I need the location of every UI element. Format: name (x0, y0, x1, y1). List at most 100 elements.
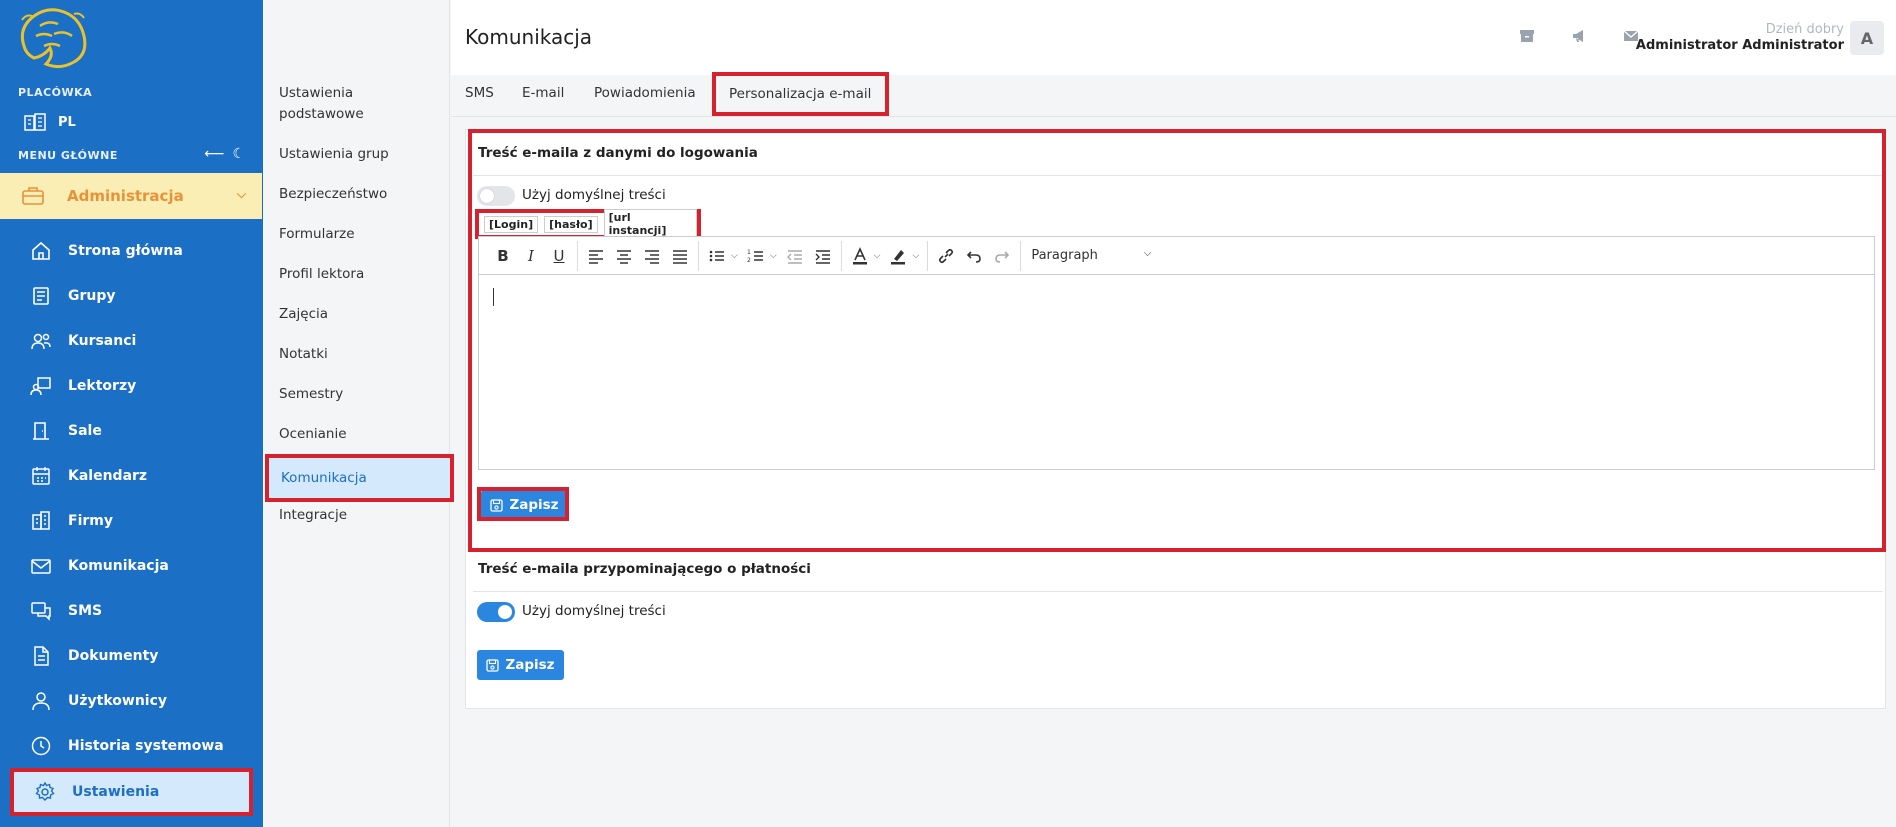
megaphone-icon[interactable] (1571, 28, 1587, 44)
highlight-icon[interactable] (884, 242, 912, 270)
nav-label: Grupy (68, 287, 116, 304)
italic-icon[interactable]: I (517, 242, 545, 270)
book-icon (33, 286, 49, 305)
chevron-down-icon[interactable]: ⌵ (874, 251, 881, 261)
underline-icon[interactable]: U (545, 242, 573, 270)
submenu-item-notatki[interactable]: Notatki (279, 344, 328, 365)
submenu-item-bezpieczenstwo[interactable]: Bezpieczeństwo (279, 184, 387, 205)
sidebar-item-komunikacja[interactable]: Komunikacja (0, 543, 263, 588)
submenu-item-ustawienia-podstawowe[interactable]: Ustawienia podstawowe (279, 83, 389, 125)
clock-icon (31, 736, 51, 755)
tab-sms[interactable]: SMS (465, 85, 494, 101)
settings-submenu: Ustawienia podstawowe Ustawienia grup Be… (263, 0, 450, 827)
paragraph-format-value: Paragraph (1031, 248, 1098, 263)
submenu-item-ocenianie[interactable]: Ocenianie (279, 424, 347, 445)
submenu-item-integracje[interactable]: Integracje (279, 505, 347, 526)
chevron-down-icon[interactable]: ⌵ (912, 251, 919, 261)
submenu-item-ustawienia-grup[interactable]: Ustawienia grup (279, 144, 389, 165)
redo-icon[interactable] (988, 242, 1016, 270)
building-icon (24, 113, 46, 131)
branch-selector[interactable]: PL (24, 113, 76, 131)
chevron-down-icon[interactable]: ⌵ (770, 251, 777, 261)
branch-value: PL (58, 114, 76, 130)
users-icon (31, 333, 51, 349)
indent-icon[interactable] (809, 242, 837, 270)
default-content-toggle-payment[interactable] (477, 602, 515, 622)
nav-label: Dokumenty (68, 647, 159, 664)
nav-label: Historia systemowa (68, 737, 224, 754)
align-left-icon[interactable] (582, 242, 610, 270)
sidebar-item-historia-systemowa[interactable]: Historia systemowa (0, 723, 263, 768)
moon-icon[interactable]: ☾ (232, 146, 245, 162)
payment-reminder-card-title: Treść e-maila przypominającego o płatnoś… (478, 561, 811, 577)
archive-icon[interactable] (1519, 28, 1535, 44)
toolbar-separator (1020, 240, 1022, 271)
save-label: Zapisz (509, 497, 559, 513)
numbered-list-icon[interactable]: 12 (742, 242, 770, 270)
sidebar-item-uzytkownicy[interactable]: Użytkownicy (0, 678, 263, 723)
tag-login[interactable]: [Login] (484, 215, 539, 233)
paragraph-format-select[interactable]: Paragraph ⌵ (1031, 248, 1151, 263)
align-right-icon[interactable] (638, 242, 666, 270)
sidebar-item-kalendarz[interactable]: Kalendarz (0, 453, 263, 498)
sidebar-item-grupy[interactable]: Grupy (0, 273, 263, 318)
chevron-down-icon: ⌵ (236, 187, 246, 201)
chevron-down-icon[interactable]: ⌵ (731, 251, 738, 261)
align-center-icon[interactable] (610, 242, 638, 270)
nav-label: Sale (68, 422, 102, 439)
lion-logo-icon[interactable] (14, 6, 92, 70)
main-sidebar: PLACÓWKA PL MENU GŁÓWNE ⟵ ☾ Administracj… (0, 0, 263, 827)
nav-label: SMS (68, 602, 103, 619)
bold-icon[interactable]: B (489, 242, 517, 270)
outdent-icon[interactable] (781, 242, 809, 270)
toggle-knob (480, 189, 494, 203)
align-justify-icon[interactable] (666, 242, 694, 270)
nav-label: Kalendarz (68, 467, 148, 484)
tab-personalizacja-e-mail[interactable]: Personalizacja e-mail (712, 72, 889, 116)
undo-icon[interactable] (960, 242, 988, 270)
collapse-arrow-icon[interactable]: ⟵ (204, 146, 224, 162)
svg-text:1: 1 (747, 249, 751, 256)
tab-e-mail[interactable]: E-mail (522, 85, 564, 101)
submenu-item-formularze[interactable]: Formularze (279, 224, 355, 245)
save-login-email-button[interactable]: Zapisz (481, 490, 568, 520)
editor-toolbar: B I U ⌵ 12 ⌵ ⌵ ⌵ Paragraph ⌵ (479, 237, 1874, 275)
sidebar-item-administracja[interactable]: Administracja ⌵ (0, 173, 262, 219)
user-name[interactable]: Administrator Administrator (1636, 38, 1844, 54)
bullet-list-icon[interactable] (703, 242, 731, 270)
save-label: Zapisz (505, 657, 555, 673)
sidebar-item-firmy[interactable]: Firmy (0, 498, 263, 543)
sidebar-item-sms[interactable]: SMS (0, 588, 263, 633)
sidebar-nav: Strona główna Grupy Kursanci Lektorzy Sa… (0, 228, 263, 816)
font-color-icon[interactable] (846, 242, 874, 270)
save-icon (490, 498, 504, 512)
sidebar-item-sale[interactable]: Sale (0, 408, 263, 453)
link-icon[interactable] (932, 242, 960, 270)
nav-label: Firmy (68, 512, 113, 529)
tag-haslo[interactable]: [hasło] (544, 215, 598, 233)
tag-url-instancji[interactable]: [url instancji] (603, 209, 697, 239)
submenu-item-zajecia[interactable]: Zajęcia (279, 304, 328, 325)
toolbar-separator (698, 240, 699, 271)
editor-content-area[interactable] (479, 275, 1874, 469)
sidebar-item-lektorzy[interactable]: Lektorzy (0, 363, 263, 408)
submenu-item-profil-lektora[interactable]: Profil lektora (279, 264, 364, 285)
tab-powiadomienia[interactable]: Powiadomienia (594, 85, 696, 101)
nav-label: Lektorzy (68, 377, 137, 394)
avatar[interactable]: A (1850, 21, 1884, 55)
sidebar-item-dokumenty[interactable]: Dokumenty (0, 633, 263, 678)
chevron-down-icon: ⌵ (1143, 248, 1152, 259)
save-payment-email-button[interactable]: Zapisz (477, 650, 564, 680)
submenu-item-semestry[interactable]: Semestry (279, 384, 343, 405)
svg-text:2: 2 (747, 257, 751, 264)
nav-label: Strona główna (68, 242, 183, 259)
sidebar-item-strona-glowna[interactable]: Strona główna (0, 228, 263, 273)
default-content-toggle-login[interactable] (477, 186, 515, 206)
tab-bar: SMS E-mail Powiadomienia (451, 75, 1896, 117)
briefcase-icon (22, 187, 44, 205)
sidebar-item-kursanci[interactable]: Kursanci (0, 318, 263, 363)
sidebar-item-ustawienia[interactable]: Ustawienia (10, 768, 253, 816)
menu-tools: ⟵ ☾ (204, 146, 245, 162)
submenu-item-komunikacja[interactable]: Komunikacja (265, 454, 454, 502)
greeting-text: Dzień dobry (1765, 22, 1844, 37)
